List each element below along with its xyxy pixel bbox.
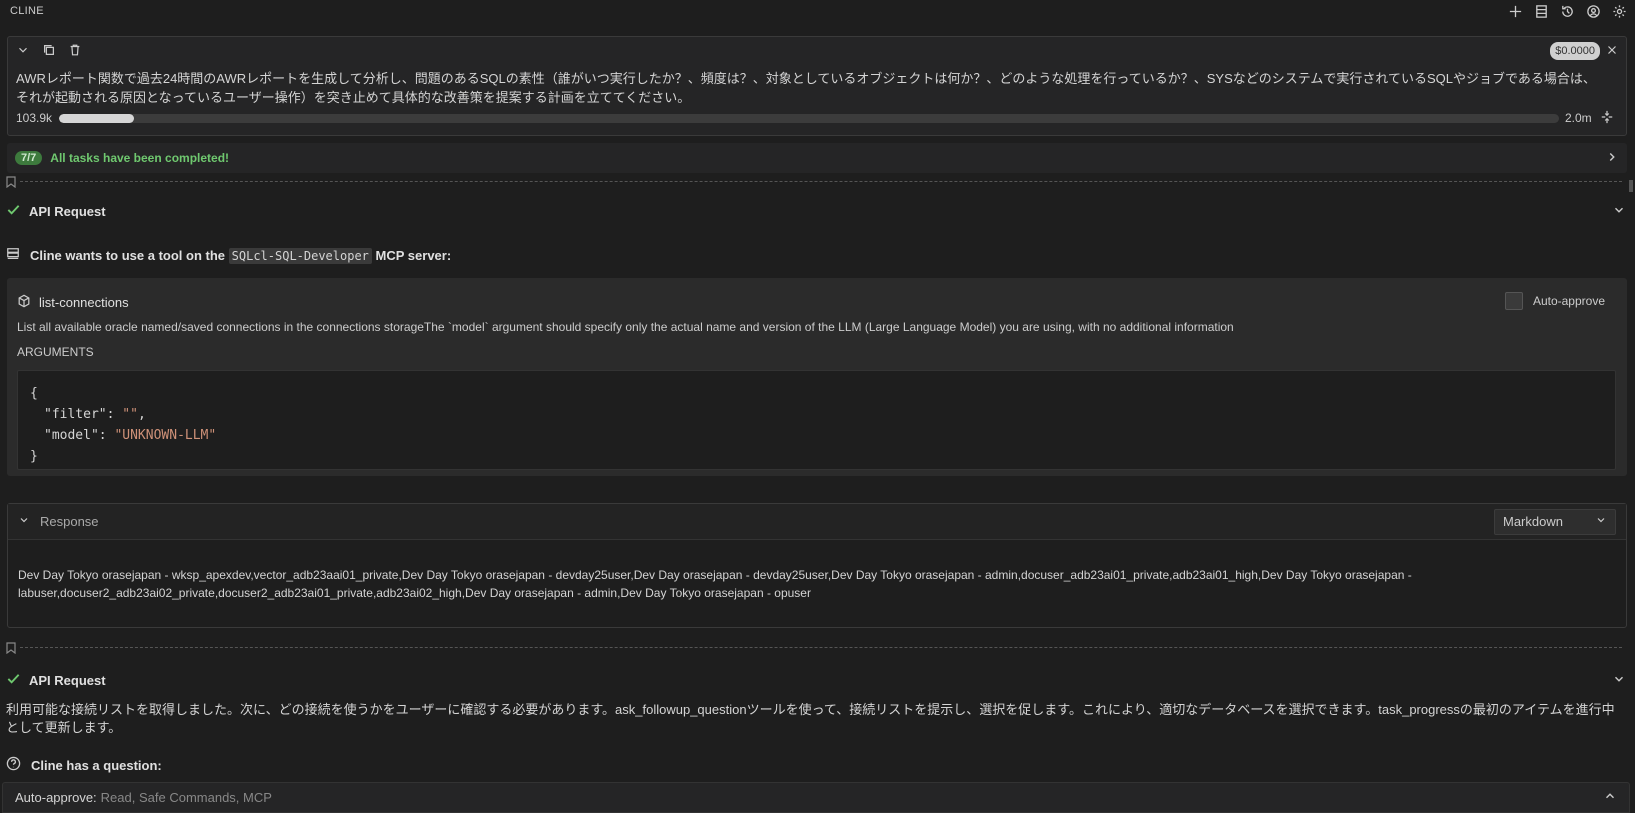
response-body: Dev Day Tokyo orasejapan - wksp_apexdev,… [18, 568, 1412, 600]
json-value: "UNKNOWN-LLM" [114, 428, 217, 443]
bookmark-icon[interactable] [6, 642, 16, 657]
history-list-icon[interactable] [1533, 3, 1549, 19]
tool-header: list-connections [17, 294, 129, 311]
response-header[interactable]: Response Markdown [8, 504, 1626, 540]
check-icon [6, 671, 21, 689]
task-count-badge: 7/7 [15, 151, 43, 165]
server-icon [6, 247, 20, 264]
chevron-down-icon [1595, 514, 1607, 529]
tool-description: List all available oracle named/saved co… [17, 320, 1234, 334]
arguments-label: ARGUMENTS [17, 345, 94, 359]
chevron-down-icon[interactable] [16, 43, 30, 60]
auto-approve-bar-label: Auto-approve: [15, 790, 97, 805]
plus-icon[interactable] [1507, 3, 1523, 19]
task-description: AWRレポート関数で過去24時間のAWRレポートを生成して分析し、問題のあるSQ… [16, 71, 1596, 105]
json-value: "" [122, 407, 138, 422]
history-icon[interactable] [1559, 3, 1575, 19]
title-bar: CLINE [0, 0, 1635, 22]
task-progress-bar[interactable]: 7/7 All tasks have been completed! [7, 143, 1627, 173]
json-key: "model" [44, 428, 99, 443]
response-card: Response Markdown Dev Day Tokyo orasejap… [7, 503, 1627, 628]
tool-auto-approve[interactable]: Auto-approve [1504, 292, 1605, 310]
question-label: Cline has a question: [31, 757, 162, 773]
format-value: Markdown [1503, 514, 1563, 529]
api-request-label: API Request [29, 672, 106, 688]
json-key: "filter" [44, 407, 107, 422]
api-request-row[interactable]: API Request [6, 200, 1626, 222]
chevron-down-icon[interactable] [18, 514, 30, 529]
cost-badge: $0.0000 [1550, 42, 1600, 60]
auto-approve-bar-value: Read, Safe Commands, MCP [100, 790, 272, 805]
mcp-server-name: SQLcl-SQL-Developer [228, 248, 372, 264]
tokens-max: 2.0m [1565, 111, 1592, 125]
tokens-used: 103.9k [16, 111, 53, 125]
task-actions [16, 43, 82, 60]
app-title: CLINE [10, 5, 44, 17]
context-progress-fill [59, 113, 134, 123]
format-select[interactable]: Markdown [1494, 508, 1616, 535]
json-line-model: "model": "UNKNOWN-LLM" [44, 428, 217, 443]
api-request-label: API Request [29, 203, 106, 219]
json-close: } [30, 449, 38, 464]
toolbar-actions [1507, 3, 1627, 19]
chevron-right-icon[interactable] [1605, 150, 1619, 167]
auto-approve-checkbox[interactable] [1504, 292, 1523, 310]
json-line-filter: "filter": "", [44, 407, 146, 422]
context-progress-bar [59, 113, 1559, 123]
question-row: Cline has a question: [6, 756, 162, 774]
copy-icon[interactable] [42, 43, 56, 60]
trash-icon[interactable] [68, 43, 82, 60]
auto-approve-bar[interactable]: Auto-approve: Read, Safe Commands, MCP [2, 782, 1630, 813]
context-window-row: 103.9k 2.0m [16, 109, 1620, 127]
chevron-down-icon[interactable] [1612, 672, 1626, 689]
account-icon[interactable] [1585, 3, 1601, 19]
close-icon[interactable] [1605, 43, 1619, 60]
bookmark-icon[interactable] [6, 176, 16, 191]
checkpoint-divider [20, 181, 1622, 182]
chevron-up-icon[interactable] [1603, 789, 1617, 806]
arguments-code: { "filter": "", "model": "UNKNOWN-LLM" } [17, 370, 1616, 470]
chevron-down-icon[interactable] [1612, 203, 1626, 220]
tool-name: list-connections [39, 295, 129, 310]
task-card: $0.0000 AWRレポート関数で過去24時間のAWRレポートを生成して分析し… [7, 36, 1627, 136]
checkpoint-divider [20, 647, 1622, 648]
auto-approve-label: Auto-approve [1532, 294, 1605, 308]
question-icon [6, 756, 21, 774]
mcp-suffix: MCP server: [375, 248, 452, 263]
json-open: { [30, 386, 38, 401]
response-title: Response [40, 514, 99, 529]
condense-icon[interactable] [1600, 110, 1614, 127]
check-icon [6, 202, 21, 220]
gear-icon[interactable] [1611, 3, 1627, 19]
mcp-tool-request: Cline wants to use a tool on the SQLcl-S… [6, 247, 451, 264]
cube-icon [17, 294, 31, 311]
tool-card: list-connections Auto-approve List all a… [7, 278, 1627, 476]
scrollbar-thumb[interactable] [1629, 180, 1633, 192]
task-progress-label: All tasks have been completed! [50, 151, 230, 165]
mcp-request-text: Cline wants to use a tool on the SQLcl-S… [30, 248, 452, 264]
assistant-message: 利用可能な接続リストを取得しました。次に、どの接続を使うかをユーザーに確認する必… [6, 702, 1615, 735]
mcp-prefix: Cline wants to use a tool on the [30, 248, 226, 263]
api-request-row[interactable]: API Request [6, 669, 1626, 691]
